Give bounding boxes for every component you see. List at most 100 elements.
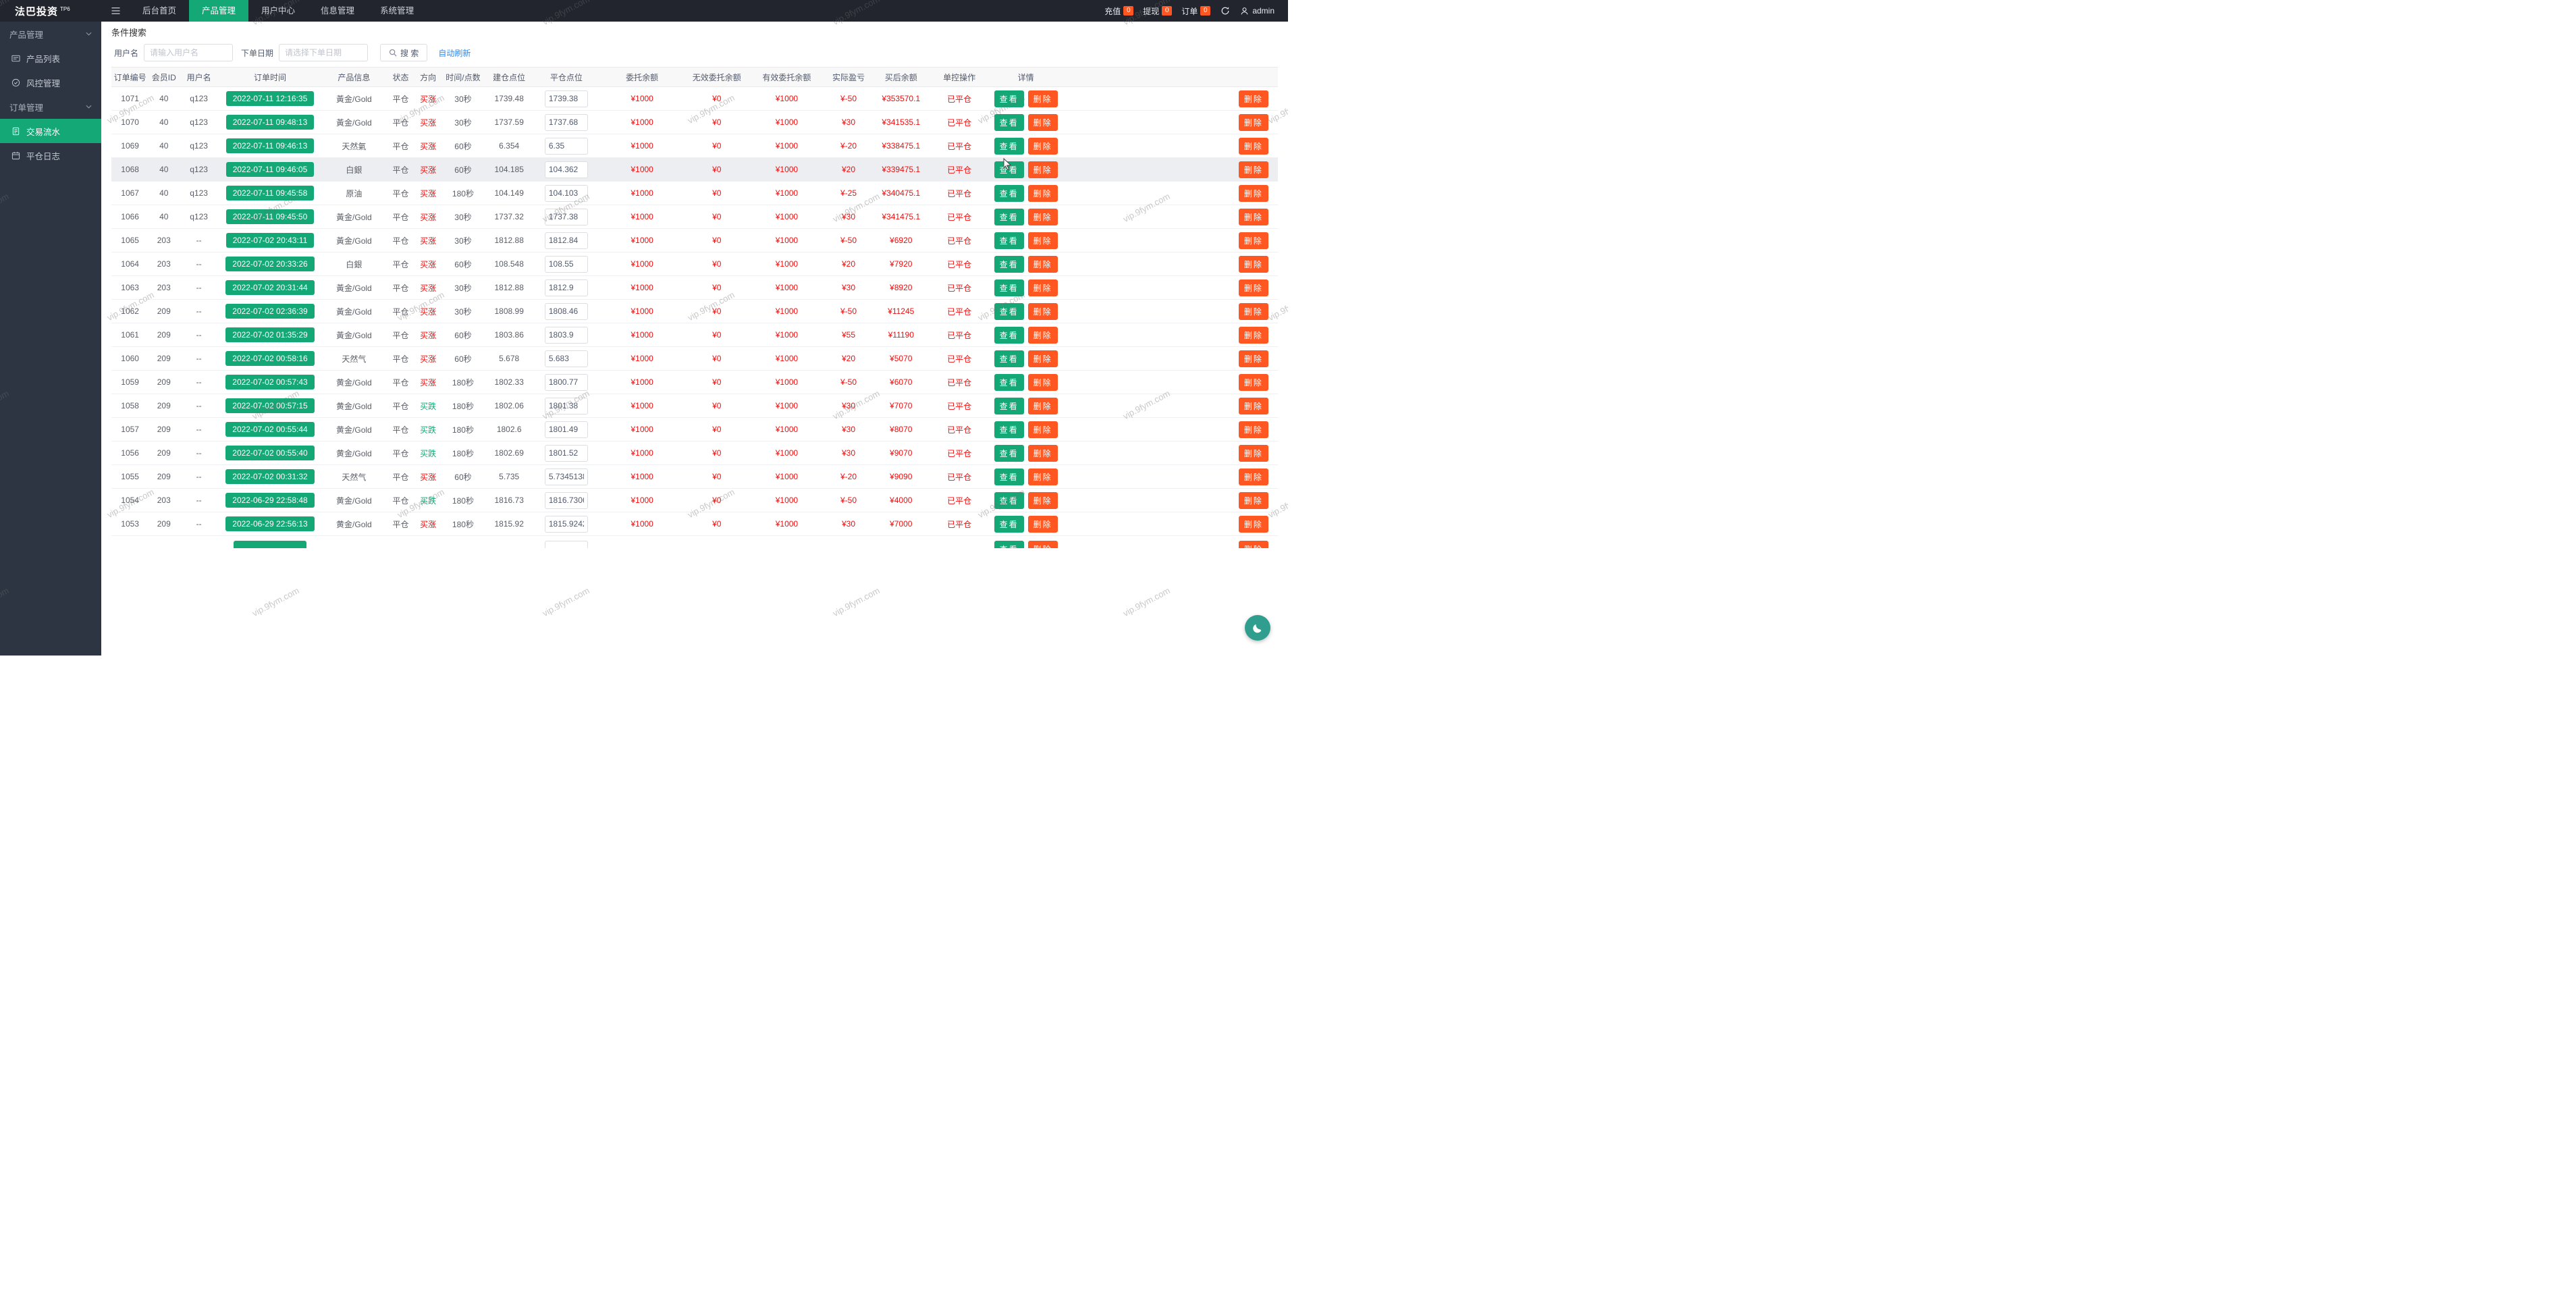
view-button[interactable]: 查看 bbox=[994, 90, 1024, 107]
delete-button[interactable]: 删除 bbox=[1028, 516, 1058, 533]
close-price-input[interactable] bbox=[545, 256, 588, 273]
view-button[interactable]: 查看 bbox=[994, 541, 1024, 548]
theme-toggle-button[interactable] bbox=[1245, 615, 1270, 641]
close-price-input[interactable] bbox=[545, 541, 588, 548]
close-price-input[interactable] bbox=[545, 90, 588, 107]
topnav-item-2[interactable]: 产品管理 bbox=[189, 0, 248, 22]
delete-button[interactable]: 删除 bbox=[1239, 469, 1268, 485]
delete-button[interactable]: 删除 bbox=[1239, 232, 1268, 249]
close-price-input[interactable] bbox=[545, 374, 588, 391]
delete-button[interactable]: 删除 bbox=[1239, 114, 1268, 131]
topnav-item-3[interactable]: 用户中心 bbox=[248, 0, 308, 22]
close-price-input[interactable] bbox=[545, 421, 588, 438]
view-button[interactable]: 查看 bbox=[994, 445, 1024, 462]
close-price-input[interactable] bbox=[545, 327, 588, 344]
view-button[interactable]: 查看 bbox=[994, 138, 1024, 155]
delete-button[interactable]: 删除 bbox=[1239, 161, 1268, 178]
delete-button[interactable]: 删除 bbox=[1028, 492, 1058, 509]
delete-button[interactable]: 删除 bbox=[1239, 90, 1268, 107]
order-date-filter-input[interactable] bbox=[279, 44, 368, 61]
view-button[interactable]: 查看 bbox=[994, 421, 1024, 438]
delete-button[interactable]: 删除 bbox=[1028, 232, 1058, 249]
delete-button[interactable]: 删除 bbox=[1028, 398, 1058, 414]
user-menu[interactable]: admin bbox=[1240, 6, 1274, 16]
view-button[interactable]: 查看 bbox=[994, 185, 1024, 202]
topnav-item-1[interactable]: 后台首页 bbox=[130, 0, 189, 22]
view-button[interactable]: 查看 bbox=[994, 398, 1024, 414]
order-shortcut[interactable]: 订单0 bbox=[1181, 5, 1210, 17]
delete-button[interactable]: 删除 bbox=[1028, 374, 1058, 391]
view-button[interactable]: 查看 bbox=[994, 327, 1024, 344]
username-filter-input[interactable] bbox=[144, 44, 233, 61]
refresh-icon[interactable] bbox=[1220, 6, 1230, 16]
delete-button[interactable]: 删除 bbox=[1239, 398, 1268, 414]
close-price-input[interactable] bbox=[545, 516, 588, 533]
close-price-input[interactable] bbox=[545, 469, 588, 485]
topnav-item-5[interactable]: 系统管理 bbox=[367, 0, 427, 22]
delete-button[interactable]: 删除 bbox=[1028, 350, 1058, 367]
sidebar-group-2[interactable]: 订单管理 bbox=[0, 95, 101, 119]
delete-button[interactable]: 删除 bbox=[1028, 114, 1058, 131]
delete-button[interactable]: 删除 bbox=[1028, 541, 1058, 548]
delete-button[interactable]: 删除 bbox=[1028, 90, 1058, 107]
recharge-shortcut[interactable]: 充值0 bbox=[1104, 5, 1133, 17]
close-price-input[interactable] bbox=[545, 161, 588, 178]
view-button[interactable]: 查看 bbox=[994, 374, 1024, 391]
delete-button[interactable]: 删除 bbox=[1239, 445, 1268, 462]
view-button[interactable]: 查看 bbox=[994, 469, 1024, 485]
sidebar-item-close-log[interactable]: 平仓日志 bbox=[0, 143, 101, 167]
sidebar-group-1[interactable]: 产品管理 bbox=[0, 22, 101, 46]
close-price-input[interactable] bbox=[545, 303, 588, 320]
view-button[interactable]: 查看 bbox=[994, 492, 1024, 509]
delete-button[interactable]: 删除 bbox=[1239, 350, 1268, 367]
search-button[interactable]: 搜 索 bbox=[380, 44, 427, 61]
delete-button[interactable]: 删除 bbox=[1028, 138, 1058, 155]
auto-refresh-link[interactable]: 自动刷新 bbox=[438, 47, 471, 59]
close-price-input[interactable] bbox=[545, 492, 588, 509]
topnav-item-4[interactable]: 信息管理 bbox=[308, 0, 367, 22]
delete-button[interactable]: 删除 bbox=[1239, 303, 1268, 320]
delete-button[interactable]: 删除 bbox=[1239, 279, 1268, 296]
delete-button[interactable]: 删除 bbox=[1239, 209, 1268, 225]
view-button[interactable]: 查看 bbox=[994, 350, 1024, 367]
delete-button[interactable]: 删除 bbox=[1028, 445, 1058, 462]
delete-button[interactable]: 删除 bbox=[1028, 256, 1058, 273]
close-price-input[interactable] bbox=[545, 232, 588, 249]
close-price-input[interactable] bbox=[545, 138, 588, 155]
delete-button[interactable]: 删除 bbox=[1028, 327, 1058, 344]
delete-button[interactable]: 删除 bbox=[1239, 492, 1268, 509]
view-button[interactable]: 查看 bbox=[994, 232, 1024, 249]
sidebar-item-risk-control[interactable]: 风控管理 bbox=[0, 70, 101, 95]
close-price-input[interactable] bbox=[545, 398, 588, 414]
menu-toggle-icon[interactable] bbox=[101, 7, 130, 15]
delete-button[interactable]: 删除 bbox=[1028, 421, 1058, 438]
close-price-input[interactable] bbox=[545, 350, 588, 367]
view-button[interactable]: 查看 bbox=[994, 516, 1024, 533]
view-button[interactable]: 查看 bbox=[994, 279, 1024, 296]
close-price-input[interactable] bbox=[545, 114, 588, 131]
close-price-input[interactable] bbox=[545, 209, 588, 225]
sidebar-item-product-list[interactable]: 产品列表 bbox=[0, 46, 101, 70]
view-button[interactable]: 查看 bbox=[994, 161, 1024, 178]
delete-button[interactable]: 删除 bbox=[1239, 516, 1268, 533]
delete-button[interactable]: 删除 bbox=[1239, 185, 1268, 202]
view-button[interactable]: 查看 bbox=[994, 209, 1024, 225]
close-price-input[interactable] bbox=[545, 185, 588, 202]
close-price-input[interactable] bbox=[545, 279, 588, 296]
view-button[interactable]: 查看 bbox=[994, 256, 1024, 273]
delete-button[interactable]: 删除 bbox=[1028, 185, 1058, 202]
delete-button[interactable]: 删除 bbox=[1028, 469, 1058, 485]
delete-button[interactable]: 删除 bbox=[1239, 256, 1268, 273]
delete-button[interactable]: 删除 bbox=[1239, 327, 1268, 344]
delete-button[interactable]: 删除 bbox=[1239, 374, 1268, 391]
delete-button[interactable]: 删除 bbox=[1239, 421, 1268, 438]
delete-button[interactable]: 删除 bbox=[1028, 279, 1058, 296]
view-button[interactable]: 查看 bbox=[994, 114, 1024, 131]
delete-button[interactable]: 删除 bbox=[1028, 303, 1058, 320]
close-price-input[interactable] bbox=[545, 445, 588, 462]
view-button[interactable]: 查看 bbox=[994, 303, 1024, 320]
sidebar-item-trade-flow[interactable]: 交易流水 bbox=[0, 119, 101, 143]
delete-button[interactable]: 删除 bbox=[1239, 138, 1268, 155]
delete-button[interactable]: 删除 bbox=[1239, 541, 1268, 548]
delete-button[interactable]: 删除 bbox=[1028, 161, 1058, 178]
